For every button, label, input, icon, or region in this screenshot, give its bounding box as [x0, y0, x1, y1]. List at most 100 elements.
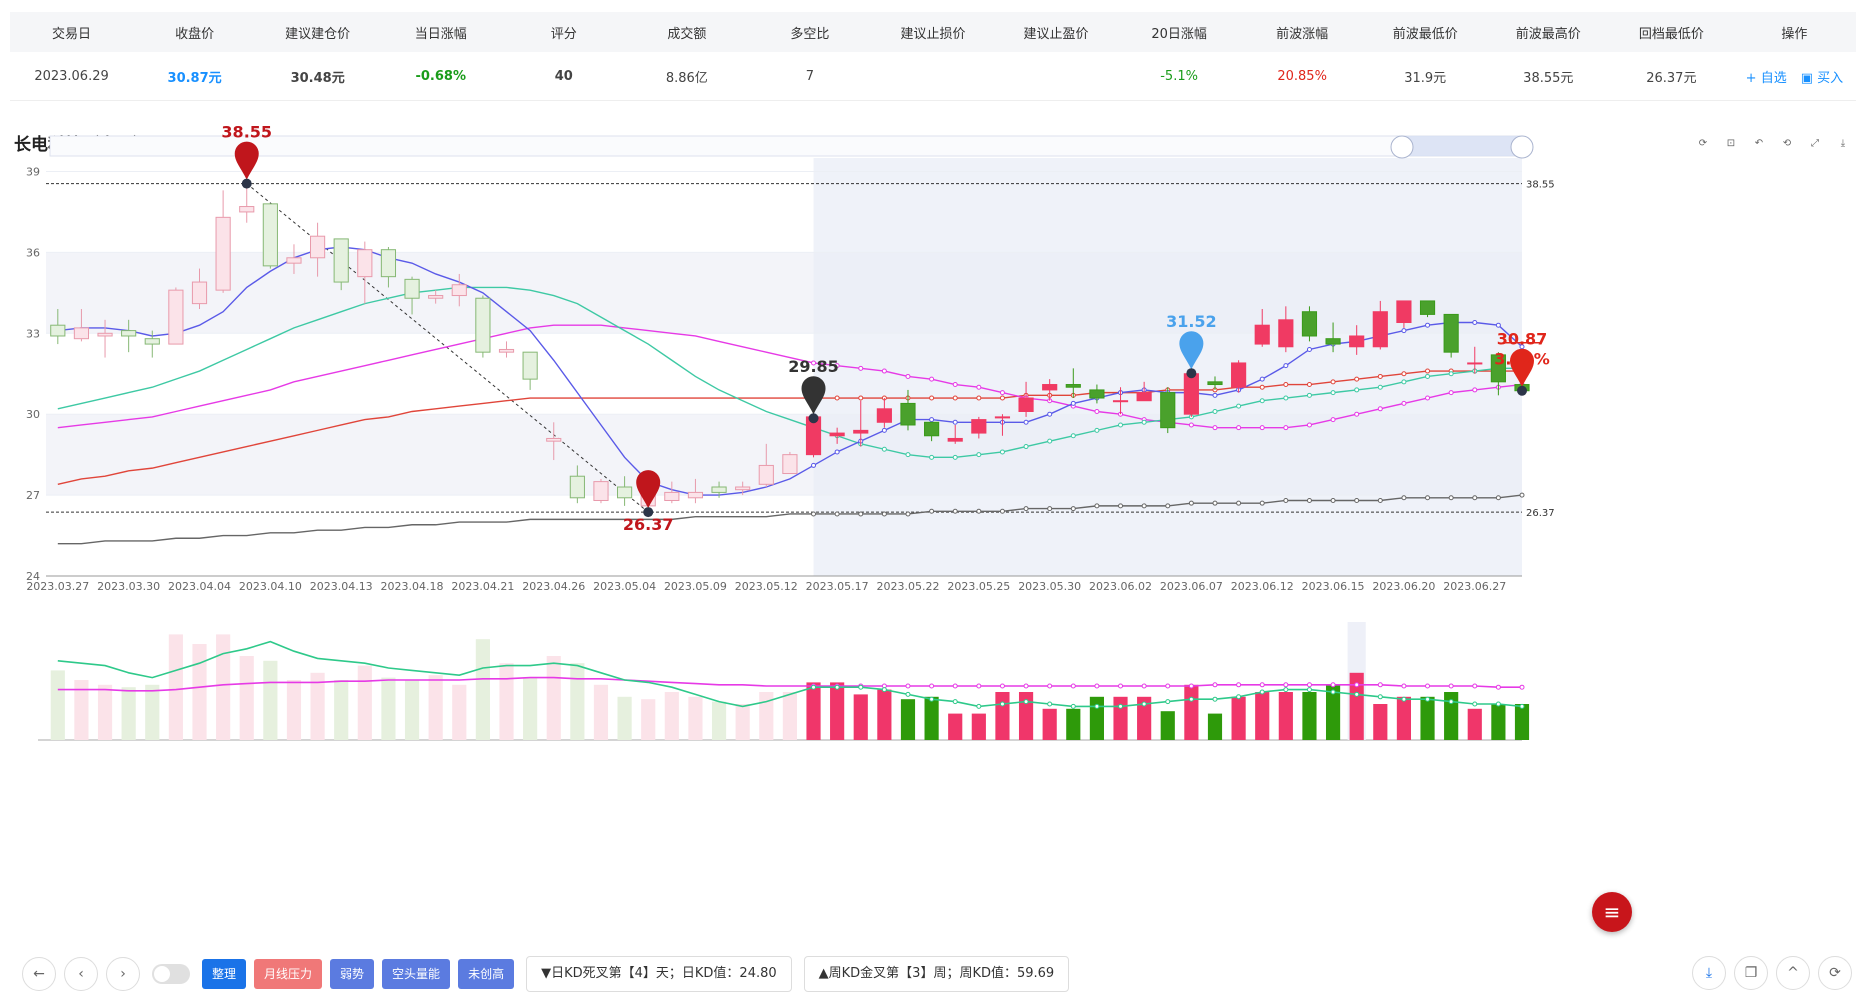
x-tick-label: 2023.05.04: [593, 580, 656, 593]
menu-button[interactable]: ≡: [1592, 892, 1632, 932]
ma5-line-dot: [834, 449, 840, 455]
x-tick-label: 2023.06.20: [1372, 580, 1435, 593]
volume-bar: [593, 684, 609, 740]
download-button[interactable]: ⤓: [1692, 956, 1726, 990]
volume-bar: [782, 692, 797, 740]
ma63-line-dot: [1330, 379, 1336, 385]
ma18-line-dot: [1425, 373, 1431, 379]
next-button[interactable]: ›: [106, 957, 140, 991]
ma250-line-dot: [1330, 497, 1336, 503]
ma18-line-dot: [905, 452, 911, 458]
volume-ma2-line-dot: [1236, 694, 1242, 700]
scroll-top-button[interactable]: ^: [1776, 956, 1810, 990]
volume-bar: [499, 663, 514, 740]
back-button[interactable]: ←: [22, 957, 56, 991]
volume-ma-line-dot: [1023, 683, 1029, 689]
ma18-line-dot: [1212, 408, 1218, 414]
kline-chart[interactable]: 2427303336392023.03.27 2023.03.30 2023.04.…: [0, 0, 1866, 940]
ma63-line-dot: [976, 395, 982, 401]
volume-ma2-line-dot: [952, 699, 958, 705]
candle-body: [168, 289, 184, 345]
volume-bar: [806, 682, 821, 740]
volume-ma2-line-dot: [976, 703, 982, 709]
ma250-line-dot: [1259, 500, 1265, 506]
volume-ma-line-dot: [1306, 682, 1312, 688]
candle-body: [262, 203, 278, 267]
candle-body: [924, 421, 940, 437]
menu-icon: ≡: [1603, 900, 1621, 924]
volume-bar: [286, 680, 302, 740]
volume-bar: [263, 660, 278, 740]
ma250-line-dot: [1354, 497, 1360, 503]
volume-bar: [1089, 696, 1104, 740]
candle-body: [1160, 392, 1176, 429]
candle-body: [380, 249, 397, 278]
x-tick-label: 2023.05.25: [947, 580, 1010, 593]
tag-button[interactable]: 整理: [202, 959, 247, 989]
volume-ma-line-dot: [1472, 683, 1478, 689]
candle-body: [994, 416, 1011, 419]
volume-bar: [1467, 708, 1482, 740]
candle-body: [309, 235, 326, 259]
week-kd-info: ▲周KD金叉第【3】周；周KD值：59.69: [803, 956, 1070, 992]
candle-body: [1419, 300, 1436, 315]
candle-body: [546, 437, 562, 442]
volume-ma2-line-dot: [1070, 703, 1076, 709]
volume-bar: [428, 675, 443, 740]
ma18-line-dot: [881, 446, 887, 452]
volume-bar: [1302, 692, 1317, 740]
refresh-button[interactable]: ⟳: [1818, 956, 1852, 990]
volume-ma-line-dot: [1212, 682, 1218, 688]
volume-ma-line-dot: [1094, 683, 1100, 689]
candle-body: [947, 437, 963, 442]
marker-label: 31.52: [1166, 312, 1217, 331]
candle-body: [286, 257, 302, 264]
ma18-line-dot: [1094, 427, 1100, 433]
ma5-line-dot: [952, 419, 958, 425]
ma5-line-dot: [929, 417, 935, 423]
ma5-line-dot: [1495, 322, 1501, 328]
volume-ma-line-dot: [929, 683, 935, 689]
volume-bar: [971, 713, 986, 740]
candle-body: [664, 491, 680, 501]
candle-body: [1278, 319, 1294, 348]
volume-bar: [1420, 696, 1435, 740]
volume-ma-line-dot: [1141, 683, 1147, 689]
volume-ma2-line-dot: [881, 687, 887, 693]
candle-body: [1231, 362, 1247, 388]
volume-ma-line-dot: [1070, 683, 1076, 689]
ma31-line-dot: [1401, 400, 1407, 406]
hline-label: 38.55: [1526, 180, 1555, 191]
volume-ma2-line-dot: [1118, 703, 1124, 709]
tag-button[interactable]: 弱势: [330, 959, 375, 989]
tag-button[interactable]: 月线压力: [254, 959, 323, 989]
tag-button[interactable]: 空头量能: [382, 959, 451, 989]
ma18-line-dot: [1141, 419, 1147, 425]
ma31-line-dot: [1448, 390, 1454, 396]
candle-body: [498, 348, 515, 353]
marker-dot: [808, 413, 819, 424]
candle-body: [1136, 392, 1152, 402]
volume-ma2-line-dot: [999, 701, 1005, 707]
volume-bar: [357, 665, 372, 740]
candle-body: [829, 432, 845, 437]
prev-button[interactable]: ‹: [64, 957, 98, 991]
volume-bar: [735, 704, 750, 740]
mode-toggle[interactable]: [152, 964, 190, 984]
tag-button[interactable]: 未创高: [458, 959, 515, 989]
day-kd-info: ▼日KD死叉第【4】天；日KD值：24.80: [526, 956, 792, 992]
volume-ma2-line-dot: [929, 696, 935, 702]
candle-body: [735, 486, 751, 491]
chevron-left-icon: ‹: [78, 966, 84, 982]
volume-ma2-line-dot: [1283, 687, 1289, 693]
ma18-line-dot: [1354, 387, 1360, 393]
copy-button[interactable]: ❐: [1734, 956, 1768, 990]
volume-ma-line-dot: [1236, 682, 1242, 688]
ma18-line-dot: [929, 454, 935, 460]
ma18-line-dot: [952, 454, 958, 460]
volume-bar: [452, 684, 467, 740]
ma250-line-dot: [1165, 503, 1171, 509]
ma250-line-dot: [1094, 503, 1100, 509]
volume-ma2-line-dot: [1023, 699, 1029, 705]
x-tick-label: 2023.05.22: [876, 580, 939, 593]
